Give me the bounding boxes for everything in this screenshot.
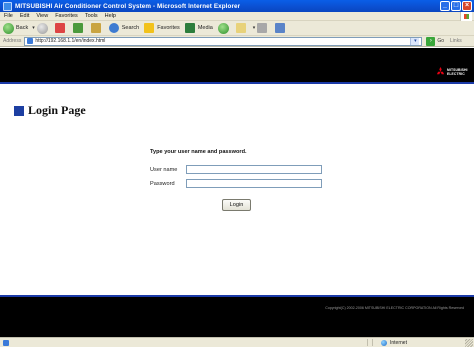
page-content: MITSUBISHI ELECTRIC Login Page Type your…: [0, 48, 474, 337]
search-icon: [108, 23, 119, 33]
refresh-icon: [72, 23, 83, 33]
print-icon: [257, 23, 268, 33]
zone-label: Internet: [390, 339, 407, 346]
back-arrow-icon: [3, 22, 14, 34]
status-page-icon: [3, 339, 9, 346]
address-label: Address: [3, 38, 22, 44]
page-title: Login Page: [14, 103, 86, 118]
browser-window: MITSUBISHI Air Conditioner Control Syste…: [0, 0, 474, 347]
menu-help[interactable]: Help: [105, 13, 116, 19]
home-icon: [90, 23, 101, 33]
stop-icon: [54, 23, 65, 33]
ie-icon: [3, 1, 12, 11]
address-url: http://192.168.1.1/en/index.html: [35, 38, 106, 44]
search-label: Search: [121, 25, 140, 31]
go-label: Go: [437, 38, 445, 44]
password-label: Password: [150, 180, 175, 187]
refresh-button[interactable]: [72, 23, 86, 33]
login-prompt: Type your user name and password.: [150, 149, 247, 155]
username-row: User name: [150, 165, 322, 174]
status-separator: [372, 339, 373, 346]
forward-arrow-icon: [36, 22, 48, 34]
window-title: MITSUBISHI Air Conditioner Control Syste…: [15, 2, 241, 10]
header-band: MITSUBISHI ELECTRIC: [0, 48, 474, 82]
history-button[interactable]: [217, 22, 231, 34]
status-separator: [367, 339, 368, 346]
home-button[interactable]: [90, 23, 104, 33]
search-button[interactable]: Search: [108, 23, 140, 33]
media-button[interactable]: Media: [184, 23, 213, 33]
header-divider: [0, 82, 474, 84]
close-button[interactable]: ×: [462, 1, 472, 11]
print-button[interactable]: [257, 23, 270, 33]
username-label: User name: [150, 166, 178, 173]
menu-view[interactable]: View: [36, 13, 48, 19]
menu-tools[interactable]: Tools: [85, 13, 98, 19]
copyright-text: Copyright(C) 2002-2006 MITSUBISHI ELECTR…: [325, 306, 464, 310]
go-button[interactable]: › Go: [426, 36, 445, 46]
toolbar: Back ▾ Search Favorites Media ▾: [0, 21, 474, 36]
globe-icon: [381, 339, 387, 346]
page-title-text: Login Page: [28, 103, 86, 117]
back-dropdown-icon[interactable]: ▾: [32, 25, 35, 31]
media-label: Media: [197, 25, 213, 31]
menu-bar: File Edit View Favorites Tools Help: [0, 12, 474, 21]
username-input[interactable]: [186, 165, 322, 174]
brand-line-2: ELECTRIC: [447, 72, 465, 76]
mitsubishi-logo: MITSUBISHI ELECTRIC: [436, 67, 467, 77]
menu-favorites[interactable]: Favorites: [55, 13, 78, 19]
menu-edit[interactable]: Edit: [20, 13, 29, 19]
mail-button[interactable]: [235, 23, 249, 33]
minimize-button[interactable]: _: [440, 1, 450, 11]
three-diamonds-icon: [436, 67, 445, 75]
password-input[interactable]: [186, 179, 322, 188]
history-icon: [217, 22, 229, 34]
media-icon: [184, 23, 195, 33]
edit-button[interactable]: [275, 23, 288, 33]
windows-logo-icon: [460, 12, 472, 21]
mail-dropdown-icon[interactable]: ▾: [253, 25, 256, 31]
status-bar: Internet: [0, 337, 474, 347]
footer-band: [0, 297, 474, 337]
edit-icon: [275, 23, 286, 33]
maximize-button[interactable]: □: [451, 1, 461, 11]
brand-text: MITSUBISHI ELECTRIC: [447, 68, 468, 76]
address-field[interactable]: http://192.168.1.1/en/index.html ▾: [24, 36, 423, 46]
star-icon: [144, 23, 155, 33]
password-row: Password: [150, 179, 322, 188]
login-button[interactable]: Login: [222, 199, 251, 211]
back-button[interactable]: Back: [3, 22, 29, 34]
links-button[interactable]: Links: [450, 38, 462, 44]
forward-button[interactable]: [36, 22, 50, 34]
address-bar: Address http://192.168.1.1/en/index.html…: [0, 36, 474, 47]
favorites-button[interactable]: Favorites: [144, 23, 180, 33]
title-square-icon: [14, 105, 24, 116]
title-bar[interactable]: MITSUBISHI Air Conditioner Control Syste…: [0, 0, 474, 12]
favorites-label: Favorites: [157, 25, 180, 31]
menu-file[interactable]: File: [4, 13, 13, 19]
address-dropdown-icon[interactable]: ▾: [410, 37, 420, 45]
mail-icon: [235, 23, 246, 33]
security-zone[interactable]: Internet: [375, 339, 465, 346]
page-icon: [27, 38, 34, 44]
go-arrow-icon: ›: [426, 36, 436, 46]
resize-grip[interactable]: [465, 338, 473, 347]
stop-button[interactable]: [54, 23, 68, 33]
back-label: Back: [16, 25, 29, 31]
